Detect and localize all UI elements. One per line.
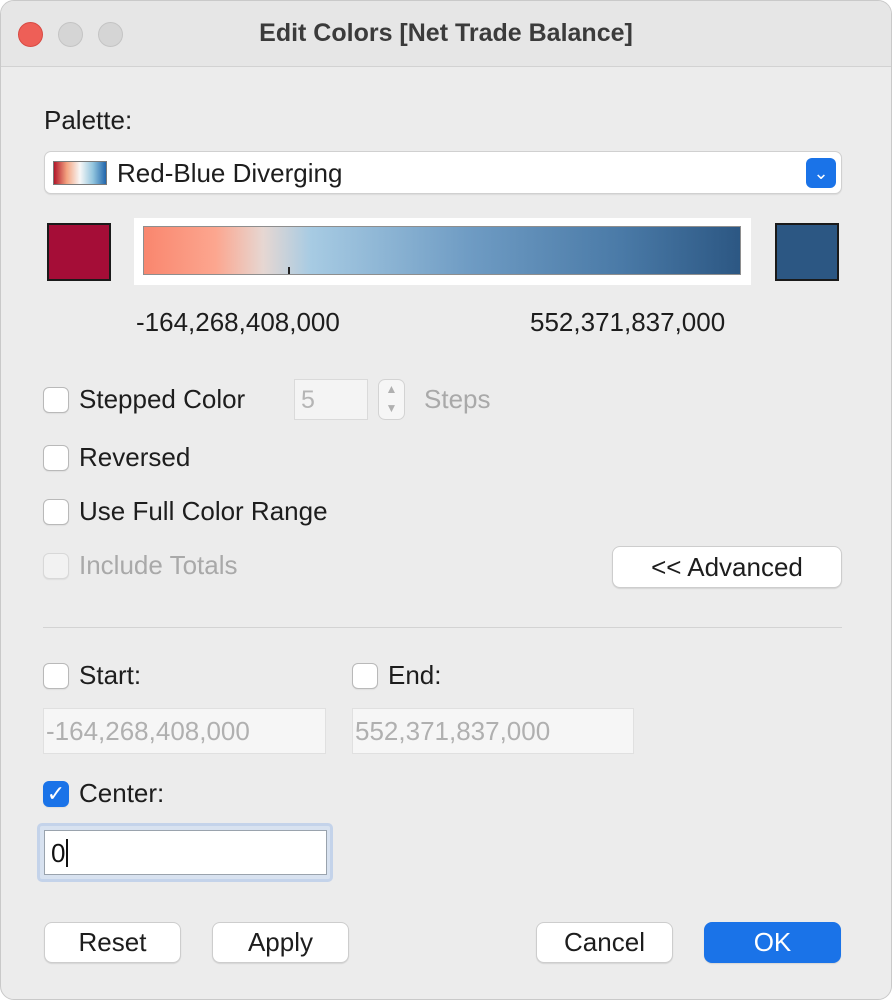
include-totals-label: Include Totals — [79, 550, 238, 580]
center-label: Center: — [79, 778, 165, 808]
start-checkbox[interactable] — [43, 663, 69, 689]
palette-selected-value: Red-Blue Diverging — [117, 158, 343, 188]
end-value-field: 552,371,837,000 — [352, 708, 634, 754]
end-checkbox[interactable] — [352, 663, 378, 689]
center-value-text: 0 — [51, 838, 66, 868]
apply-button[interactable]: Apply — [212, 922, 349, 963]
divider — [43, 627, 842, 628]
advanced-toggle-button[interactable]: << Advanced — [612, 546, 842, 588]
text-caret — [66, 839, 69, 867]
center-field-focus-ring: 0 — [37, 823, 333, 882]
edit-colors-dialog: Edit Colors [Net Trade Balance] Palette:… — [0, 0, 892, 1000]
palette-label: Palette: — [44, 105, 133, 135]
palette-select[interactable]: Red-Blue Diverging ⌄ — [44, 151, 842, 194]
end-label: End: — [388, 660, 442, 690]
window-title: Edit Colors [Net Trade Balance] — [259, 19, 633, 47]
steps-stepper[interactable]: ▲ ▼ — [378, 379, 405, 420]
reversed-checkbox[interactable] — [43, 445, 69, 471]
color-ramp — [143, 226, 741, 275]
title-bar: Edit Colors [Net Trade Balance] — [1, 1, 891, 67]
palette-preview-swatch — [53, 161, 107, 185]
use-full-color-range-checkbox[interactable] — [43, 499, 69, 525]
stepped-color-label: Stepped Color — [79, 384, 246, 414]
range-min-label: -164,268,408,000 — [136, 307, 340, 337]
range-max-label: 552,371,837,000 — [530, 307, 726, 337]
reset-button[interactable]: Reset — [44, 922, 181, 963]
center-value-field[interactable]: 0 — [44, 830, 327, 875]
end-color-swatch[interactable] — [775, 223, 839, 281]
start-label: Start: — [79, 660, 142, 690]
chevron-down-icon[interactable]: ⌄ — [806, 158, 836, 188]
steps-label: Steps — [424, 384, 491, 414]
stepped-color-checkbox[interactable] — [43, 387, 69, 413]
center-checkbox[interactable]: ✓ — [43, 781, 69, 807]
chevron-down-icon[interactable]: ▼ — [379, 399, 404, 418]
start-color-swatch[interactable] — [47, 223, 111, 281]
color-ramp-frame — [134, 218, 751, 285]
start-value-field: -164,268,408,000 — [43, 708, 326, 754]
chevron-up-icon[interactable]: ▲ — [379, 380, 404, 399]
use-full-color-range-label: Use Full Color Range — [79, 496, 328, 526]
center-marker — [288, 267, 290, 274]
steps-input[interactable]: 5 — [294, 379, 368, 420]
reversed-label: Reversed — [79, 442, 191, 472]
include-totals-checkbox — [43, 553, 69, 579]
cancel-button[interactable]: Cancel — [536, 922, 673, 963]
ok-button[interactable]: OK — [704, 922, 841, 963]
